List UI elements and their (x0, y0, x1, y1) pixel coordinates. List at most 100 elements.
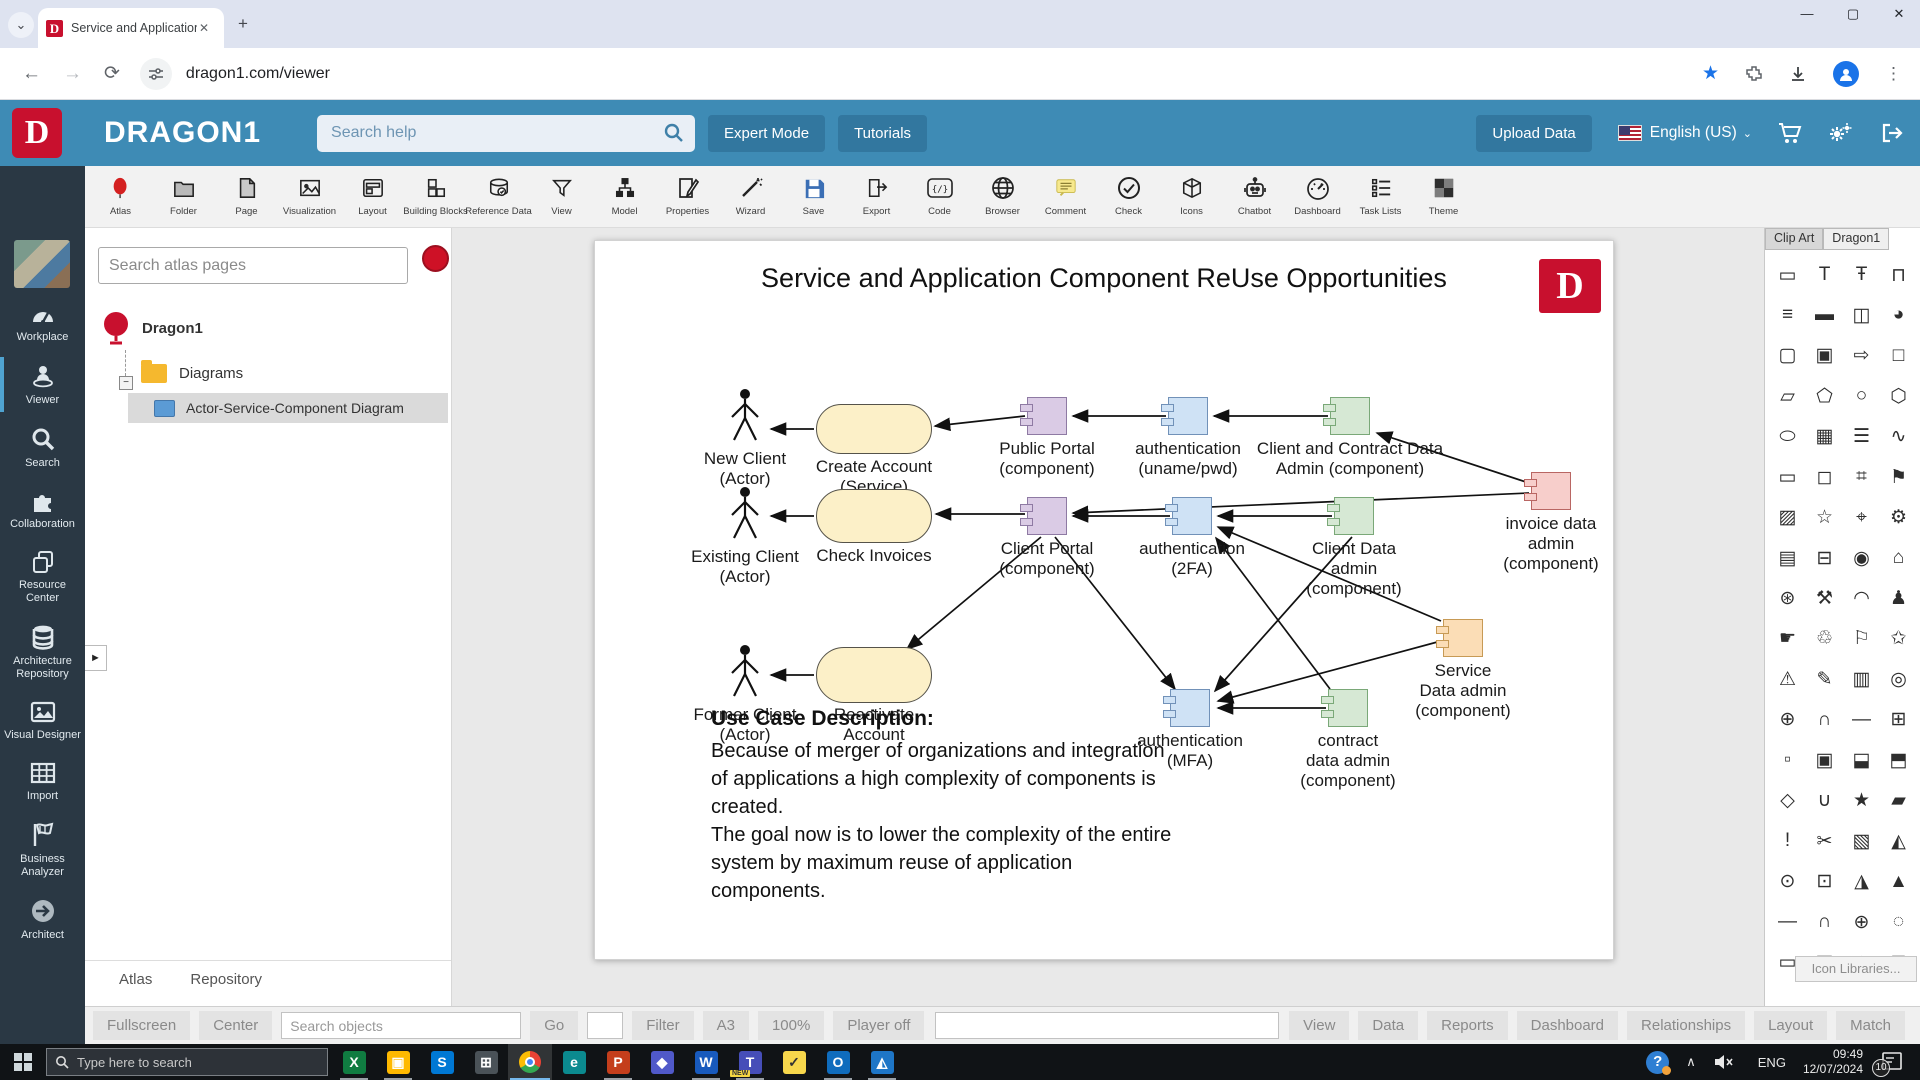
clipart-glyph[interactable]: ∩ (1806, 903, 1843, 941)
diagram-component[interactable] (1334, 497, 1374, 535)
clipart-glyph[interactable]: ○ (1843, 377, 1880, 415)
sidebar-item-visual-designer[interactable]: Visual Designer (0, 690, 85, 751)
window-close-button[interactable]: ✕ (1888, 6, 1910, 22)
taskbar-app-skype[interactable]: S (420, 1044, 464, 1080)
dragon1-logo[interactable]: D (12, 108, 62, 158)
toolbar-item-visualization[interactable]: Visualization (278, 166, 341, 217)
upload-data-button[interactable]: Upload Data (1476, 115, 1591, 152)
page-number-input[interactable] (587, 1012, 623, 1039)
clipart-glyph[interactable]: ▧ (1843, 822, 1880, 860)
clipart-glyph[interactable]: ▰ (1880, 782, 1917, 820)
diagram-component[interactable] (1172, 497, 1212, 535)
taskbar-app-excel[interactable]: X (332, 1044, 376, 1080)
reports-panel-button[interactable]: Reports (1427, 1011, 1508, 1040)
clipart-glyph[interactable]: ≡ (1769, 296, 1806, 334)
search-icon[interactable] (663, 122, 685, 144)
taskbar-search[interactable]: Type here to search (46, 1048, 328, 1076)
tutorials-button[interactable]: Tutorials (838, 115, 927, 152)
toolbar-item-building-blocks[interactable]: Building Blocks (404, 166, 467, 217)
tab-search-chevron-icon[interactable]: ⌄ (8, 12, 34, 38)
clipart-glyph[interactable]: ⚙ (1880, 499, 1917, 537)
clipart-glyph[interactable]: ⌗ (1843, 458, 1880, 496)
clipart-glyph[interactable]: ▥ (1843, 660, 1880, 698)
clipart-glyph[interactable]: ⇨ (1843, 337, 1880, 375)
diagram-component[interactable] (1168, 397, 1208, 435)
clipart-glyph[interactable]: ◮ (1843, 863, 1880, 901)
clipart-glyph[interactable]: ♟ (1880, 580, 1917, 618)
toolbar-item-icons[interactable]: Icons (1160, 166, 1223, 217)
forward-icon[interactable]: → (63, 63, 82, 85)
clipart-glyph[interactable]: ▬ (1806, 296, 1843, 334)
clipart-glyph[interactable]: ⊓ (1880, 256, 1917, 294)
diagram-component[interactable] (1328, 689, 1368, 727)
taskbar-app-file-explorer[interactable]: ▣ (376, 1044, 420, 1080)
zoom-level-button[interactable]: 100% (758, 1011, 824, 1040)
taskbar-app-powerpoint[interactable]: P (596, 1044, 640, 1080)
clipart-glyph[interactable]: ◎ (1880, 660, 1917, 698)
toolbar-item-task-lists[interactable]: Task Lists (1349, 166, 1412, 217)
toolbar-item-reference-data[interactable]: Reference Data (467, 166, 530, 217)
diagram-actor[interactable] (723, 485, 767, 543)
clipart-glyph[interactable]: ☰ (1843, 418, 1880, 456)
sidebar-item-import[interactable]: Import (0, 751, 85, 812)
clipart-glyph[interactable]: ◭ (1880, 822, 1917, 860)
diagram-component[interactable] (1027, 397, 1067, 435)
clipart-glyph[interactable]: ⚐ (1843, 620, 1880, 658)
sidebar-item-architecture-repository[interactable]: Architecture Repository (0, 614, 85, 690)
sidebar-item-search[interactable]: Search (0, 416, 85, 479)
back-icon[interactable]: ← (22, 63, 41, 85)
clipart-glyph[interactable]: ⌂ (1880, 539, 1917, 577)
browser-menu-kebab-icon[interactable]: ⋮ (1885, 64, 1902, 84)
clipart-glyph[interactable]: ✩ (1880, 620, 1917, 658)
clipart-glyph[interactable]: ▢ (1769, 337, 1806, 375)
workspace-thumbnail[interactable] (14, 240, 70, 288)
toolbar-item-view[interactable]: View (530, 166, 593, 217)
clipart-glyph[interactable]: □ (1880, 337, 1917, 375)
clipart-glyph[interactable]: ∿ (1880, 418, 1917, 456)
clipart-glyph[interactable]: ▫ (1769, 741, 1806, 779)
taskbar-app-chrome[interactable] (508, 1044, 552, 1080)
toolbar-item-model[interactable]: Model (593, 166, 656, 217)
clipart-tab[interactable]: Clip Art (1765, 228, 1823, 250)
clipart-glyph[interactable]: ▤ (1769, 539, 1806, 577)
clipart-glyph[interactable]: ◌ (1880, 903, 1917, 941)
diagram-service-oval[interactable] (816, 404, 932, 454)
clipart-glyph[interactable]: ▭ (1769, 256, 1806, 294)
icon-libraries-button[interactable]: Icon Libraries... (1795, 956, 1917, 982)
clipart-glyph[interactable]: ◫ (1843, 296, 1880, 334)
clipart-glyph[interactable]: ◠ (1843, 580, 1880, 618)
start-button[interactable] (0, 1044, 46, 1080)
clipart-glyph[interactable]: ⊕ (1843, 903, 1880, 941)
clipart-glyph[interactable]: ⚠ (1769, 660, 1806, 698)
search-objects-input[interactable] (281, 1012, 521, 1039)
clipart-glyph[interactable]: ⬡ (1880, 377, 1917, 415)
clipart-glyph[interactable]: ∩ (1806, 701, 1843, 739)
tab-close-icon[interactable]: ✕ (199, 21, 209, 35)
dashboard-panel-button[interactable]: Dashboard (1517, 1011, 1618, 1040)
clipart-glyph[interactable]: — (1769, 903, 1806, 941)
dragon1-clipart-tab[interactable]: Dragon1 (1823, 228, 1889, 250)
sidebar-item-resource-center[interactable]: Resource Center (0, 540, 85, 614)
clipart-glyph[interactable]: ◻ (1806, 458, 1843, 496)
diagram-service-oval[interactable] (816, 489, 932, 543)
player-toggle-button[interactable]: Player off (833, 1011, 924, 1040)
clipart-glyph[interactable]: ∪ (1806, 782, 1843, 820)
window-maximize-button[interactable]: ▢ (1842, 6, 1864, 22)
sidebar-item-viewer[interactable]: Viewer (0, 353, 85, 416)
clipart-glyph[interactable]: ⬓ (1843, 741, 1880, 779)
clipart-glyph[interactable]: ! (1769, 822, 1806, 860)
diagram-canvas[interactable]: Service and Application Component ReUse … (594, 240, 1614, 960)
download-icon[interactable] (1789, 65, 1807, 83)
diagram-component[interactable] (1330, 397, 1370, 435)
clipart-glyph[interactable]: ✂ (1806, 822, 1843, 860)
extensions-puzzle-icon[interactable] (1745, 65, 1763, 83)
toolbar-item-layout[interactable]: Layout (341, 166, 404, 217)
relationships-panel-button[interactable]: Relationships (1627, 1011, 1745, 1040)
keyboard-language[interactable]: ENG (1758, 1055, 1786, 1070)
toolbar-item-export[interactable]: Export (845, 166, 908, 217)
panel-collapse-handle[interactable]: ► (85, 645, 107, 671)
clipart-glyph[interactable]: ⊕ (1769, 701, 1806, 739)
taskbar-app-teams[interactable]: TNEW (728, 1044, 772, 1080)
taskbar-app-photos[interactable]: ◭ (860, 1044, 904, 1080)
clipart-glyph[interactable]: ▣ (1806, 337, 1843, 375)
